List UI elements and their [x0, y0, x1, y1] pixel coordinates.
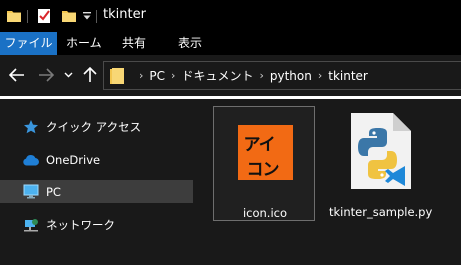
breadcrumb-pc[interactable]: PC [149, 69, 165, 83]
chevron-right-icon[interactable]: › [171, 69, 175, 82]
file-item-icon-ico[interactable]: アイ コン icon.ico [213, 106, 315, 221]
file-name: icon.ico [242, 206, 288, 220]
python-file-icon [329, 106, 431, 196]
chevron-right-icon[interactable]: › [259, 69, 263, 82]
file-item-tkinter-sample-py[interactable]: tkinter_sample.py [329, 106, 433, 221]
chevron-right-icon[interactable]: › [318, 69, 322, 82]
folder-icon [110, 67, 124, 84]
tab-view[interactable]: 表示 [170, 32, 210, 55]
toolbar-separator [27, 10, 28, 23]
chevron-down-icon[interactable] [61, 65, 75, 85]
tab-home[interactable]: ホーム [58, 32, 110, 55]
chevron-right-icon[interactable]: › [139, 69, 143, 82]
properties-icon[interactable] [36, 0, 52, 32]
customize-arrow-icon[interactable] [82, 0, 92, 32]
new-folder-icon[interactable] [61, 0, 77, 32]
file-thumbnail: アイ コン [214, 107, 316, 197]
arrow-right-icon[interactable] [36, 65, 56, 85]
sidebar-item-network[interactable]: ネットワーク [0, 213, 193, 236]
breadcrumb-documents[interactable]: ドキュメント [181, 67, 253, 84]
breadcrumb-tkinter[interactable]: tkinter [328, 69, 368, 83]
arrow-up-icon[interactable] [80, 65, 100, 85]
cloud-icon [22, 151, 40, 169]
file-list: アイ コン icon.ico tkinter_sample.py [196, 99, 461, 265]
thumbnail-text-line-2: コン [246, 159, 280, 180]
sidebar-item-pc[interactable]: PC [0, 180, 193, 203]
sidebar-item-label: ネットワーク [46, 217, 115, 232]
monitor-icon [22, 183, 40, 201]
navigation-bar: › PC › ドキュメント › python › tkinter [0, 55, 461, 96]
address-bar[interactable]: › PC › ドキュメント › python › tkinter [103, 61, 461, 90]
sidebar-item-label: クイック アクセス [46, 119, 142, 134]
file-name: tkinter_sample.py [329, 205, 433, 219]
ico-image-icon: アイ コン [237, 124, 293, 180]
tab-file[interactable]: ファイル [0, 32, 57, 55]
title-bar: tkinter [0, 0, 461, 32]
sidebar-item-quick-access[interactable]: クイック アクセス [0, 115, 193, 138]
sidebar-item-label: OneDrive [46, 152, 101, 167]
breadcrumb-python[interactable]: python [270, 69, 312, 83]
tab-share[interactable]: 共有 [114, 32, 154, 55]
network-icon [22, 216, 40, 234]
toolbar-separator [96, 10, 97, 23]
sidebar-item-label: PC [46, 184, 61, 199]
folder-icon[interactable] [6, 0, 22, 32]
star-icon [22, 118, 40, 136]
ribbon-tabs: ファイル ホーム 共有 表示 [0, 32, 461, 55]
arrow-left-icon[interactable] [7, 65, 27, 85]
thumbnail-text-line-1: アイ [243, 134, 276, 155]
window-title: tkinter [103, 7, 146, 22]
navigation-pane: クイック アクセス OneDrive PC ネットワーク [0, 99, 195, 265]
sidebar-item-onedrive[interactable]: OneDrive [0, 148, 193, 171]
